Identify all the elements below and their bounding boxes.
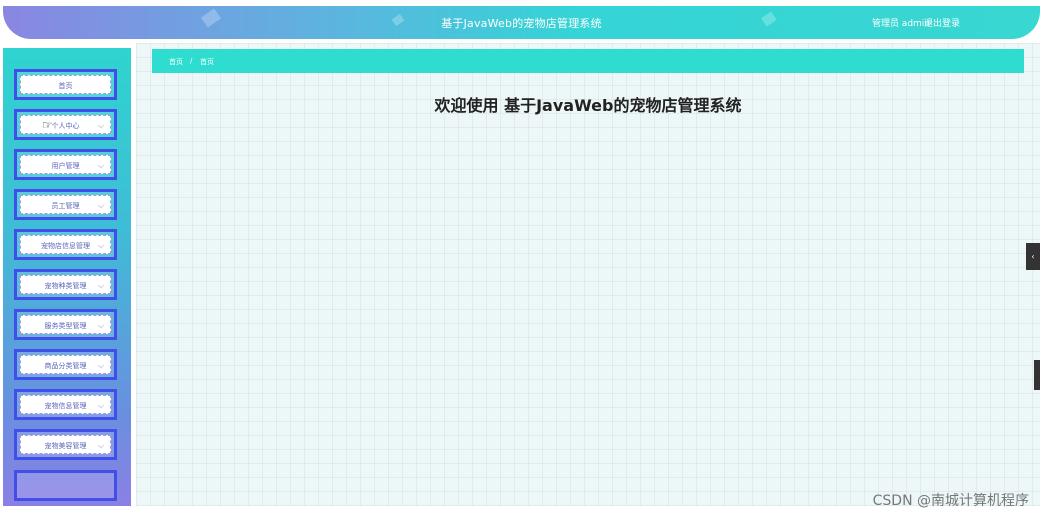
breadcrumb: 首页 / 首页 [152, 49, 1024, 73]
chevron-left-icon: ‹ [1031, 252, 1035, 261]
welcome-heading: 欢迎使用 基于JavaWeb的宠物店管理系统 [434, 96, 742, 115]
current-user: 管理员 admin [871, 19, 930, 29]
sidebar-item[interactable]: 宠物信息管理 ⌵ [14, 389, 117, 420]
sidebar-item-box: 宠物店信息管理 ⌵ [20, 235, 111, 254]
collapse-handle[interactable]: ‹ [1026, 243, 1040, 270]
sidebar-item-box: 用户管理 ⌵ [20, 155, 111, 174]
sidebar-item-box: 服务类型管理 ⌵ [20, 315, 111, 334]
sidebar-item-box: 宠物美容管理 ⌵ [20, 435, 111, 454]
sidebar-item[interactable]: 首页 [14, 69, 117, 100]
sidebar-item[interactable]: 员工管理 ⌵ [14, 189, 117, 220]
mouse-cursor-icon: ☞ [42, 118, 53, 132]
breadcrumb-home[interactable]: 首页 [169, 57, 183, 67]
chevron-down-icon: ⌵ [97, 441, 104, 450]
breadcrumb-current: 首页 [200, 58, 214, 66]
chevron-down-icon: ⌵ [97, 401, 104, 410]
sidebar-item-label: 用户管理 [51, 162, 80, 170]
sidebar-item-partial[interactable] [14, 470, 117, 501]
sidebar-item-label: 个人中心 [51, 122, 80, 130]
chevron-down-icon: ⌵ [97, 201, 104, 210]
sidebar-item[interactable]: 用户管理 ⌵ [14, 149, 117, 180]
top-header: 基于JavaWeb的宠物店管理系统 管理员 admin 退出登录 [3, 6, 1040, 39]
watermark: CSDN @南城计算机程序 [872, 493, 1029, 509]
sidebar-item-label: 服务类型管理 [44, 322, 87, 330]
sidebar-item-label: 首页 [58, 82, 73, 90]
sidebar-item-box: 宠物种类管理 ⌵ [20, 275, 111, 294]
sidebar-item-label: 宠物信息管理 [44, 402, 87, 410]
sidebar-item-box: 商品分类管理 ⌵ [20, 355, 111, 374]
breadcrumb-separator: / [190, 57, 193, 65]
sidebar-item-label: 宠物店信息管理 [41, 242, 90, 250]
side-handle[interactable] [1034, 360, 1040, 390]
sidebar-item[interactable]: 商品分类管理 ⌵ [14, 349, 117, 380]
sidebar: 首页 个人中心 ⌵ 用户管理 ⌵ 员工管理 ⌵ 宠物店信息管理 ⌵ 宠物种类管理 ⌵ 服务类型管理 ⌵ 商… [3, 48, 131, 506]
chevron-down-icon: ⌵ [97, 161, 104, 170]
sidebar-item-box: 个人中心 ⌵ [20, 115, 111, 134]
sidebar-item-label: 宠物美容管理 [44, 442, 87, 450]
sidebar-item-label: 员工管理 [51, 202, 80, 210]
sidebar-item-label: 宠物种类管理 [44, 282, 87, 290]
sidebar-item-box: 宠物信息管理 ⌵ [20, 395, 111, 414]
sidebar-item[interactable]: 个人中心 ⌵ [14, 109, 117, 140]
chevron-down-icon: ⌵ [97, 121, 104, 130]
chevron-down-icon: ⌵ [97, 321, 104, 330]
sidebar-item[interactable]: 宠物种类管理 ⌵ [14, 269, 117, 300]
chevron-down-icon: ⌵ [97, 281, 104, 290]
sidebar-item-box: 首页 [20, 75, 111, 94]
sidebar-item[interactable]: 宠物店信息管理 ⌵ [14, 229, 117, 260]
chevron-down-icon: ⌵ [97, 241, 104, 250]
sidebar-item-label: 商品分类管理 [44, 362, 87, 370]
sidebar-item-box: 员工管理 ⌵ [20, 195, 111, 214]
main-content: 首页 / 首页 欢迎使用 基于JavaWeb的宠物店管理系统 [136, 43, 1040, 506]
sidebar-item[interactable]: 宠物美容管理 ⌵ [14, 429, 117, 460]
logout-link[interactable]: 退出登录 [924, 16, 960, 29]
chevron-down-icon: ⌵ [97, 361, 104, 370]
sidebar-item[interactable]: 服务类型管理 ⌵ [14, 309, 117, 340]
